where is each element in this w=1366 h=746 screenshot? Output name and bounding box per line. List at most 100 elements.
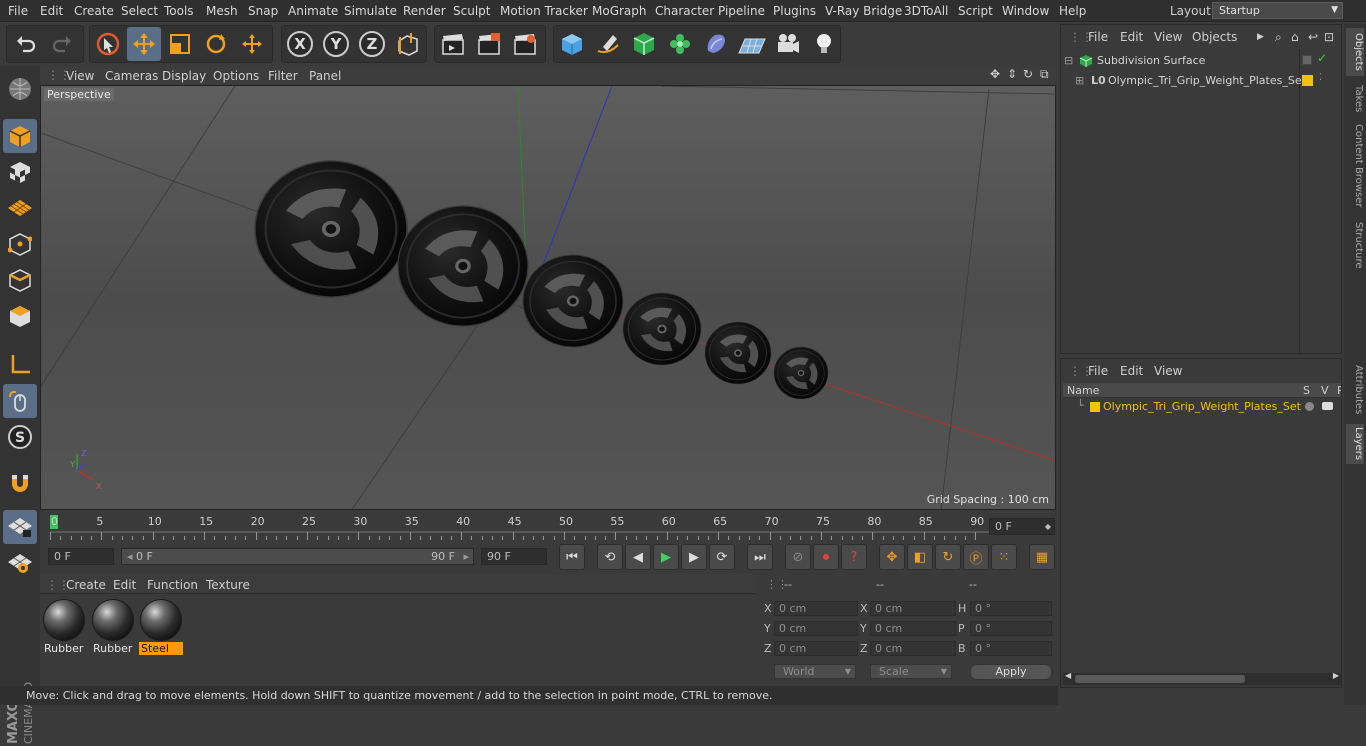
render-picture-viewer-button[interactable] xyxy=(472,27,506,61)
timeline-window-button[interactable]: ▦ xyxy=(1029,544,1055,570)
autokey-button[interactable]: ⏺ xyxy=(813,544,839,570)
transform-tool-button[interactable] xyxy=(235,27,269,61)
column-name[interactable]: Name xyxy=(1067,384,1099,397)
make-editable-button[interactable] xyxy=(3,72,37,106)
pen-tool-button[interactable] xyxy=(591,27,625,61)
solo-dot[interactable] xyxy=(1305,402,1314,411)
undo-button[interactable] xyxy=(9,27,43,61)
light-button[interactable] xyxy=(807,27,841,61)
key-position-button[interactable]: ✥ xyxy=(879,544,905,570)
column-visible[interactable]: V xyxy=(1321,384,1329,397)
tree-row[interactable]: ⊟ Subdivision Surface ✓ xyxy=(1061,51,1327,71)
menu-plugins[interactable]: Plugins xyxy=(773,4,816,18)
render-view-button[interactable] xyxy=(436,27,470,61)
menu-character[interactable]: Character xyxy=(655,4,714,18)
layer-color-swatch[interactable] xyxy=(1302,75,1313,86)
camera-button[interactable] xyxy=(771,27,805,61)
menu-file[interactable]: File xyxy=(8,4,28,18)
next-keyframe-button[interactable]: ⟳ xyxy=(709,544,735,570)
timeline-ruler[interactable]: 0 5 10 15 20 25 30 35 40 45 50 55 60 65 70 75 80 85 90 0 F… xyxy=(40,512,1056,542)
redo-button[interactable] xyxy=(45,27,79,61)
object-menu-view[interactable]: View xyxy=(1154,30,1182,44)
tab-content-browser[interactable]: Content Browser xyxy=(1346,122,1364,210)
menu-motion-tracker[interactable]: Motion Tracker xyxy=(500,4,588,18)
position-y-field[interactable]: 0 cm xyxy=(774,621,858,636)
keyframe-selection-button[interactable]: ? xyxy=(841,544,867,570)
z-axis-lock-button[interactable]: Z xyxy=(355,27,389,61)
end-frame-field[interactable]: 90 F xyxy=(481,548,547,565)
rotate-view-icon[interactable]: ↻ xyxy=(1023,67,1033,81)
menu-3dtoall[interactable]: 3DToAll xyxy=(904,4,948,18)
visibility-dots-icon[interactable]: ⁚ xyxy=(1319,72,1322,83)
record-keys-button[interactable]: ⊘ xyxy=(785,544,811,570)
workplane-mode-button[interactable] xyxy=(3,191,37,225)
eye-icon[interactable] xyxy=(1322,402,1333,410)
back-icon[interactable]: ↩ xyxy=(1308,30,1318,44)
menu-edit[interactable]: Edit xyxy=(40,4,63,18)
snap-toggle-button[interactable]: S xyxy=(3,420,37,454)
tab-takes[interactable]: Takes xyxy=(1346,82,1364,116)
coordinate-space-dropdown[interactable]: World ▼ xyxy=(774,664,856,679)
go-to-start-button[interactable]: ⏮ xyxy=(559,544,585,570)
menu-render[interactable]: Render xyxy=(403,4,446,18)
home-icon[interactable]: ⌂ xyxy=(1291,30,1299,44)
scroll-right-icon[interactable]: ▶ xyxy=(1333,671,1339,680)
menu-vray-bridge[interactable]: V-Ray Bridge xyxy=(825,4,902,18)
object-menu-edit[interactable]: Edit xyxy=(1120,30,1143,44)
tab-attributes[interactable]: Attributes xyxy=(1346,362,1364,418)
y-axis-lock-button[interactable]: Y xyxy=(319,27,353,61)
menu-animate[interactable]: Animate xyxy=(288,4,338,18)
menu-snap[interactable]: Snap xyxy=(248,4,278,18)
current-frame-field[interactable]: 0 F ◆ xyxy=(989,518,1055,535)
size-x-field[interactable]: 0 cm xyxy=(870,601,956,616)
workplane-settings-button[interactable] xyxy=(3,546,37,580)
position-x-field[interactable]: 0 cm xyxy=(774,601,858,616)
chevron-right-icon[interactable]: ▶ xyxy=(1257,32,1264,42)
object-menu-objects[interactable]: Objects xyxy=(1192,30,1237,44)
previous-frame-button[interactable]: ◀ xyxy=(625,544,651,570)
axis-mode-button[interactable] xyxy=(3,348,37,382)
tree-row[interactable]: ⊞ L0 Olympic_Tri_Grip_Weight_Plates_Set … xyxy=(1061,71,1322,91)
rotation-h-field[interactable]: 0 ° xyxy=(970,601,1052,616)
previous-keyframe-button[interactable]: ⟲ xyxy=(597,544,623,570)
start-frame-field[interactable]: 0 F xyxy=(48,548,114,565)
range-slider[interactable]: ◂ 0 F 90 F ▸ xyxy=(121,548,474,565)
viewport-menu-filter[interactable]: Filter xyxy=(268,69,298,83)
rotation-p-field[interactable]: 0 ° xyxy=(970,621,1052,636)
viewport-menu-panel[interactable]: Panel xyxy=(309,69,341,83)
menu-create[interactable]: Create xyxy=(74,4,114,18)
material-swatch-selected[interactable]: Steel xyxy=(139,598,183,656)
scroll-thumb[interactable] xyxy=(1075,675,1245,683)
deformer-button[interactable] xyxy=(699,27,733,61)
horizontal-scrollbar[interactable]: ◀ ▶ xyxy=(1063,671,1341,685)
key-scale-button[interactable]: ◧ xyxy=(907,544,933,570)
column-solo[interactable]: S xyxy=(1303,384,1310,397)
object-menu-file[interactable]: File xyxy=(1088,30,1108,44)
pan-view-icon[interactable]: ✥ xyxy=(990,67,1000,81)
menu-help[interactable]: Help xyxy=(1059,4,1086,18)
search-icon[interactable]: ⌕ xyxy=(1275,30,1282,45)
column-render[interactable]: R xyxy=(1337,384,1341,397)
key-pla-button[interactable]: ⁙ xyxy=(991,544,1017,570)
texture-mode-button[interactable] xyxy=(3,155,37,189)
maximize-view-icon[interactable]: ⧉ xyxy=(1040,67,1049,82)
menu-pipeline[interactable]: Pipeline xyxy=(718,4,765,18)
check-icon[interactable]: ✓ xyxy=(1317,51,1327,65)
apply-button[interactable]: Apply xyxy=(970,664,1052,680)
material-swatch[interactable]: Rubber xyxy=(91,598,135,656)
layer-menu-view[interactable]: View xyxy=(1154,364,1182,378)
menu-mograph[interactable]: MoGraph xyxy=(592,4,647,18)
coordinate-system-button[interactable] xyxy=(391,27,425,61)
layer-menu-file[interactable]: File xyxy=(1088,364,1108,378)
viewport-menu-view[interactable]: View xyxy=(66,69,94,83)
menu-tools[interactable]: Tools xyxy=(164,4,194,18)
menu-script[interactable]: Script xyxy=(958,4,993,18)
menu-simulate[interactable]: Simulate xyxy=(344,4,397,18)
model-mode-button[interactable] xyxy=(3,119,37,153)
rotate-tool-button[interactable] xyxy=(199,27,233,61)
edges-mode-button[interactable] xyxy=(3,263,37,297)
workplane-lock-button[interactable] xyxy=(3,510,37,544)
material-swatch[interactable]: Rubber xyxy=(42,598,86,656)
key-parameter-button[interactable]: Ⓟ xyxy=(963,544,989,570)
live-selection-button[interactable] xyxy=(91,27,125,61)
